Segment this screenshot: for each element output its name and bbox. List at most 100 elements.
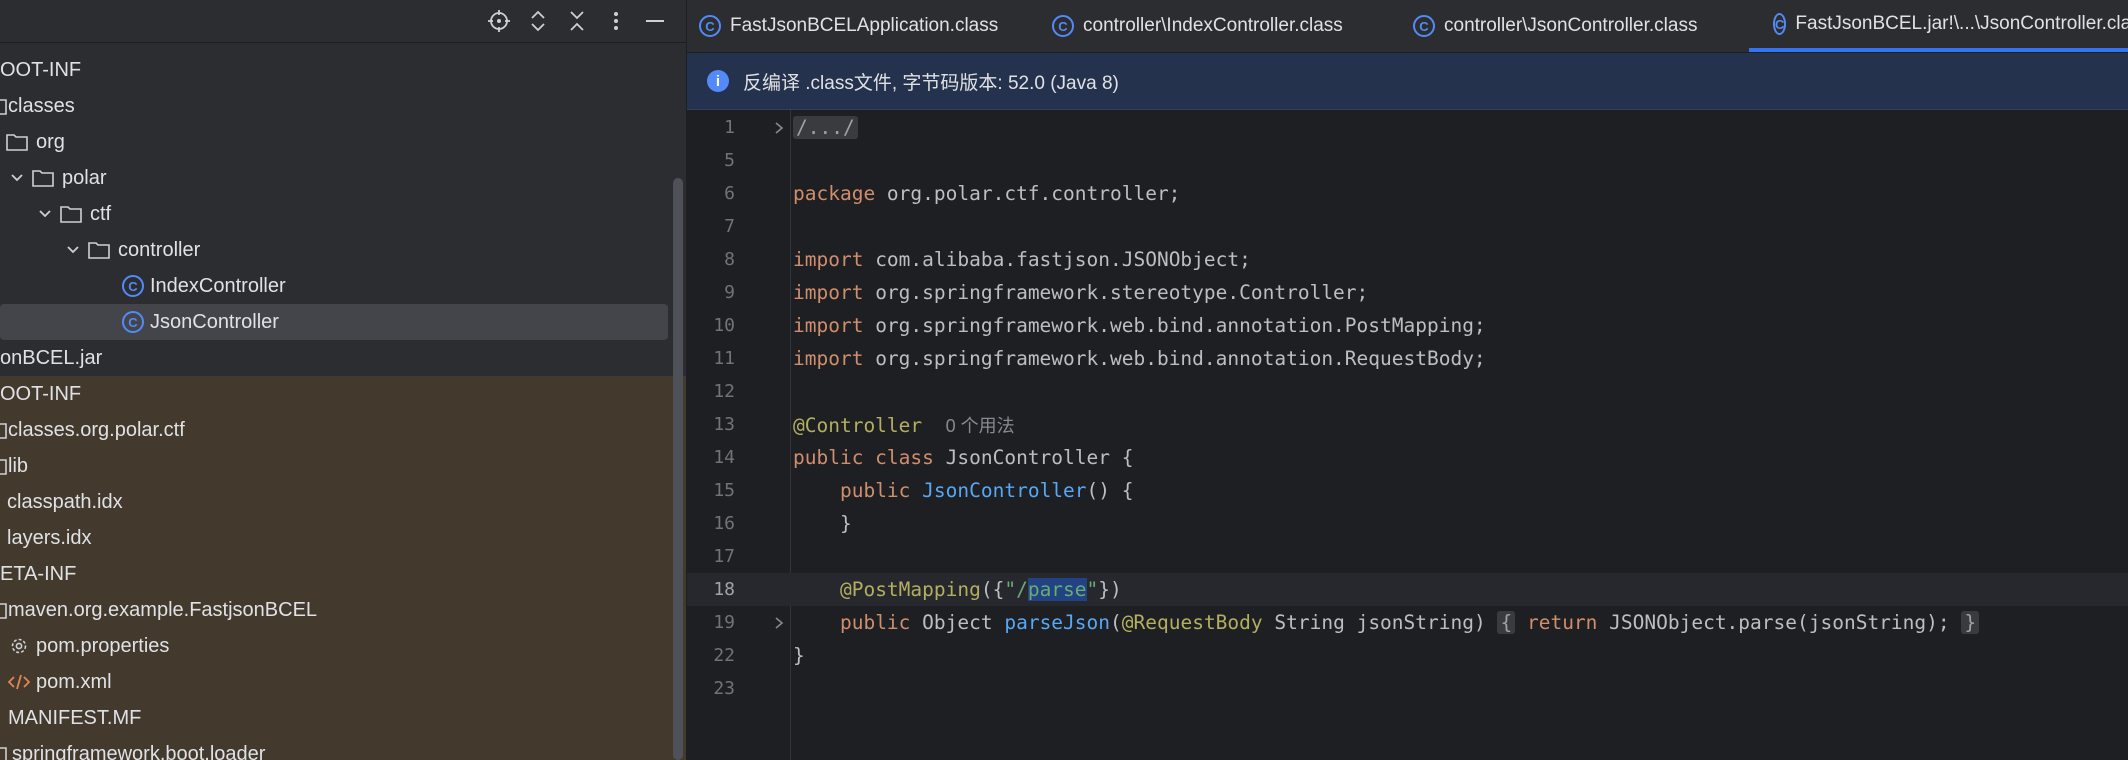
- keyword: import: [793, 314, 864, 337]
- folder-icon: [0, 603, 7, 619]
- line-number: 13: [713, 414, 735, 435]
- keyword: package: [793, 182, 876, 205]
- collapse-all-icon[interactable]: [562, 6, 592, 36]
- tree-item-classes-org-polar-ctf[interactable]: classes.org.polar.ctf: [0, 412, 686, 448]
- tree-item-manifest[interactable]: MANIFEST.MF: [0, 700, 686, 736]
- annotation: @Controller: [793, 413, 923, 437]
- tree-item-label: OOT-INF: [0, 382, 82, 405]
- annotation: @RequestBody: [1121, 611, 1263, 634]
- crosshair-icon[interactable]: [484, 6, 514, 36]
- code-line: 13 @Controller 0 个用法: [687, 408, 2128, 441]
- tree-item-label: polar: [62, 166, 107, 189]
- tree-item-controller[interactable]: controller: [0, 232, 686, 268]
- tree-item-lib[interactable]: lib: [0, 448, 686, 484]
- usage-hint[interactable]: 0 个用法: [946, 416, 1015, 436]
- fold-expand-icon[interactable]: [772, 121, 786, 135]
- code-line: 23: [687, 672, 2128, 705]
- info-icon: i: [707, 70, 729, 92]
- tree-item-classes[interactable]: classes: [0, 88, 686, 124]
- tab-jar-jsoncontroller[interactable]: C FastJsonBCEL.jar!\...\JsonController.c…: [1749, 0, 2128, 52]
- line-number: 17: [713, 546, 735, 567]
- string-literal: ": [1086, 578, 1099, 601]
- tab-fastjsonbcelapplication[interactable]: C FastJsonBCELApplication.class: [699, 0, 998, 52]
- class-icon: C: [122, 311, 144, 333]
- folder-icon: [88, 242, 110, 259]
- decompiled-info-banner: i 反编译 .class文件, 字节码版本: 52.0 (Java 8): [687, 53, 2128, 110]
- minimize-icon[interactable]: [640, 6, 670, 36]
- tree-item-label: classes: [8, 94, 75, 117]
- tree-item-label: MANIFEST.MF: [8, 706, 142, 729]
- tab-indexcontroller[interactable]: C controller\IndexController.class: [1052, 0, 1343, 52]
- fold-expand-icon[interactable]: [772, 616, 786, 630]
- tree-item-label: pom.xml: [36, 670, 112, 693]
- code-text: JsonController {: [933, 446, 1134, 469]
- folder-icon: [0, 99, 7, 115]
- tree-item-meta-inf[interactable]: ETA-INF: [0, 556, 686, 592]
- tab-jsoncontroller[interactable]: C controller\JsonController.class: [1413, 0, 1697, 52]
- tree-item-label: IndexController: [150, 274, 286, 297]
- line-number: 14: [713, 447, 735, 468]
- editor-tab-bar: C FastJsonBCELApplication.class C contro…: [687, 0, 2128, 53]
- function-name: parseJson: [1004, 611, 1111, 634]
- project-scrollbar[interactable]: [673, 178, 683, 760]
- string-literal: "/: [1004, 578, 1028, 601]
- chevron-down-icon[interactable]: [8, 169, 26, 187]
- tree-item-polar[interactable]: polar: [0, 160, 686, 196]
- folder-icon: [60, 206, 82, 223]
- tree-item-label: org: [36, 130, 65, 153]
- keyword: return: [1526, 611, 1598, 634]
- line-number: 5: [724, 150, 735, 171]
- class-icon: C: [1773, 13, 1787, 35]
- folded-imports[interactable]: /.../: [793, 116, 858, 139]
- line-number: 16: [713, 513, 735, 534]
- chevron-down-icon[interactable]: [64, 241, 82, 259]
- tree-item-label: onBCEL.jar: [0, 346, 103, 369]
- tree-item-ctf[interactable]: ctf: [0, 196, 686, 232]
- tree-item-pom-properties[interactable]: pom.properties: [0, 628, 686, 664]
- tree-item-label: classpath.idx: [7, 490, 123, 513]
- folder-icon: [0, 747, 7, 760]
- line-number: 8: [724, 249, 735, 270]
- tree-item-boot-inf-2[interactable]: OOT-INF: [0, 376, 686, 412]
- code-text: com.alibaba.fastjson.JSONObject;: [863, 248, 1251, 271]
- more-options-icon[interactable]: [601, 6, 631, 36]
- code-line: 1 /.../: [687, 111, 2128, 144]
- chevron-down-icon[interactable]: [36, 205, 54, 223]
- class-icon: C: [122, 275, 144, 297]
- tree-item-org[interactable]: org: [0, 124, 686, 160]
- tree-item-boot-inf[interactable]: OOT-INF: [0, 52, 686, 88]
- code-text: org.springframework.web.bind.annotation.…: [863, 314, 1486, 337]
- tree-item-layers-idx[interactable]: layers.idx: [0, 520, 686, 556]
- tree-item-label: JsonController: [150, 310, 279, 333]
- line-number: 23: [713, 678, 735, 699]
- tree-item-label: ETA-INF: [0, 562, 77, 585]
- function-name: JsonController: [922, 479, 1087, 502]
- code-line: 10 import org.springframework.web.bind.a…: [687, 309, 2128, 342]
- tree-item-indexcontroller[interactable]: C IndexController: [0, 268, 686, 304]
- current-code-line: 18 @PostMapping({"/parse"}): [687, 573, 2128, 606]
- tree-item-classpath-idx[interactable]: classpath.idx: [0, 484, 686, 520]
- expand-all-icon[interactable]: [523, 6, 553, 36]
- tree-item-jar[interactable]: onBCEL.jar: [0, 340, 686, 376]
- tab-label: controller\JsonController.class: [1444, 15, 1698, 36]
- tree-item-label: controller: [118, 238, 201, 261]
- code-line: 5: [687, 144, 2128, 177]
- tree-item-label: springframework.boot.loader: [12, 742, 266, 760]
- line-number: 9: [724, 282, 735, 303]
- keyword: public: [839, 611, 911, 634]
- tree-item-maven-package[interactable]: maven.org.example.FastjsonBCEL: [0, 592, 686, 628]
- code-text: }): [1098, 578, 1122, 601]
- line-number: 7: [724, 216, 735, 237]
- code-editor[interactable]: 1 /.../ 5 6 package org.polar.ctf.contro…: [687, 110, 2128, 760]
- tab-label: controller\IndexController.class: [1083, 15, 1343, 36]
- tree-item-springframework-boot-loader[interactable]: springframework.boot.loader: [0, 736, 686, 760]
- line-number: 19: [713, 612, 735, 633]
- folded-brace[interactable]: }: [1961, 611, 1980, 634]
- code-line: 16 }: [687, 507, 2128, 540]
- code-line: 6 package org.polar.ctf.controller;: [687, 177, 2128, 210]
- tree-item-jsoncontroller[interactable]: C JsonController: [0, 304, 668, 340]
- folded-brace[interactable]: {: [1497, 611, 1516, 634]
- code-line: 22 }: [687, 639, 2128, 672]
- tree-item-pom-xml[interactable]: pom.xml: [0, 664, 686, 700]
- code-text: }: [793, 644, 805, 667]
